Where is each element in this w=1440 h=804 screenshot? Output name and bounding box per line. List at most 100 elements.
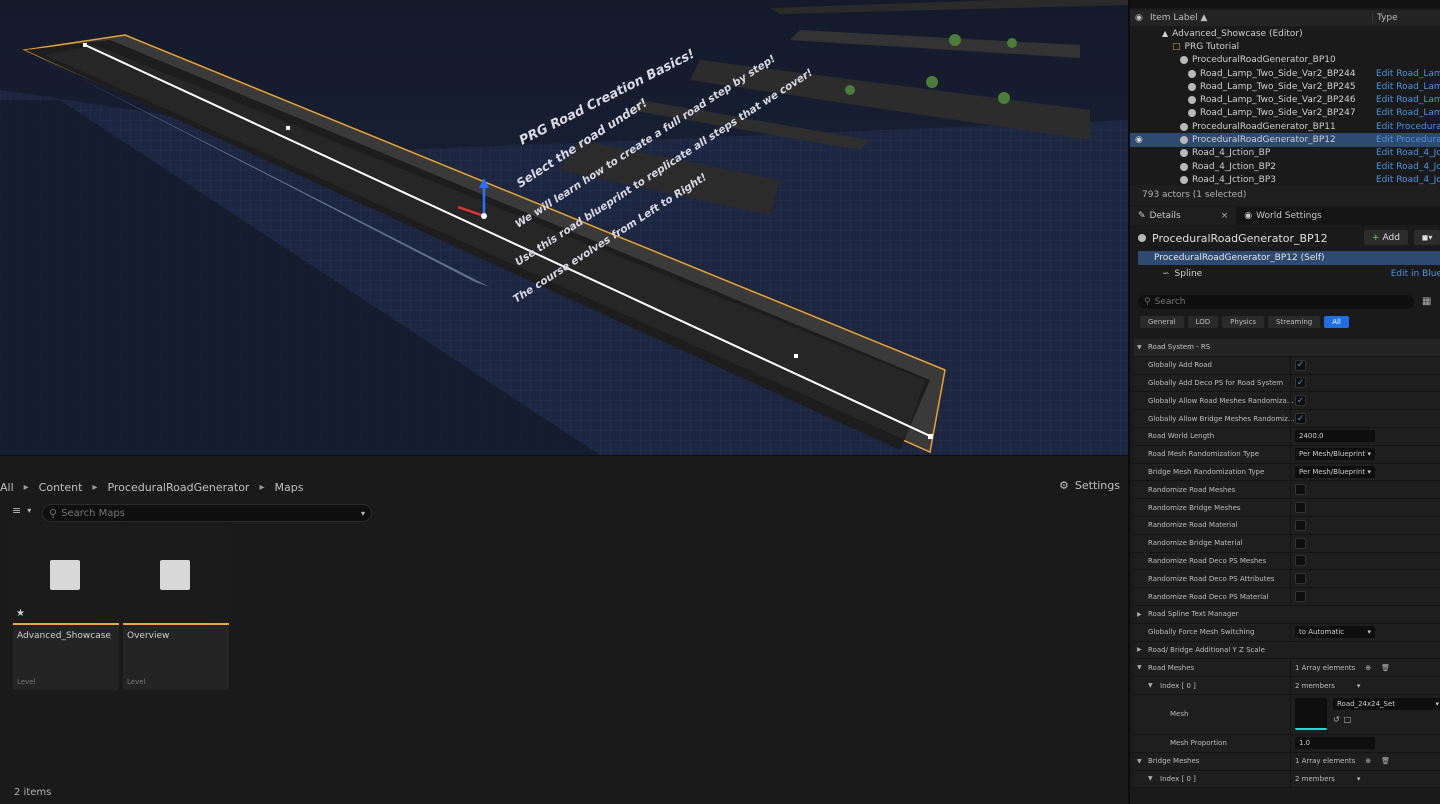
checkbox-unchecked[interactable] <box>1295 591 1306 603</box>
checkbox-unchecked[interactable] <box>1295 555 1306 567</box>
settings-button[interactable]: ⚙ Settings <box>1059 479 1120 492</box>
add-element-icon[interactable]: ⊕ <box>1365 757 1371 765</box>
list-item-selected[interactable]: ◉ ProceduralRoadGenerator_BP12 Edit Proc… <box>1130 133 1440 147</box>
tab-details[interactable]: ✎ Details × <box>1130 207 1237 225</box>
breadcrumb-content[interactable]: Content <box>39 481 83 494</box>
edit-blueprint-link[interactable]: Edit ProceduralR <box>1376 135 1440 145</box>
edit-blueprint-link[interactable]: Edit Road_4_Jctio <box>1376 148 1440 158</box>
breadcrumb-maps[interactable]: Maps <box>275 481 304 494</box>
breadcrumb-procroad[interactable]: ProceduralRoadGenerator <box>107 481 249 494</box>
filter-all[interactable]: All <box>1324 316 1349 328</box>
filter-general[interactable]: General <box>1140 316 1184 328</box>
list-item[interactable]: Road_4_Jction_BP2 Edit Road_4_Jctio <box>1130 160 1440 173</box>
chevron-right-icon: ▸ <box>259 481 265 493</box>
list-item[interactable]: ProceduralRoadGenerator_BP10 <box>1130 54 1440 67</box>
prop-spline-text-manager[interactable]: ▶ Road Spline Text Manager <box>1134 605 1440 624</box>
mesh-thumbnail[interactable] <box>1295 698 1327 731</box>
search-maps-box[interactable]: ⚲ ▾ <box>42 504 372 522</box>
chevron-down-icon: ▾ <box>1435 699 1439 708</box>
tab-world-settings[interactable]: ◉ World Settings <box>1236 207 1329 225</box>
filter-button[interactable]: ≡ ▾ <box>12 504 31 517</box>
details-search-input[interactable] <box>1154 297 1414 307</box>
edit-blueprint-link[interactable]: Edit Road_Lamp_ <box>1376 82 1440 92</box>
outliner-search[interactable] <box>1130 0 1440 8</box>
list-item[interactable]: ProceduralRoadGenerator_BP11 Edit Proced… <box>1130 120 1440 133</box>
list-item[interactable]: Road_4_Jction_BP Edit Road_4_Jctio <box>1130 147 1440 160</box>
category-road-system[interactable]: ▼ Road System - RS <box>1134 339 1440 357</box>
mesh-switching-dropdown[interactable]: to Automatic ▾ <box>1295 626 1375 639</box>
checkbox-checked[interactable]: ✓ <box>1295 359 1306 371</box>
prop-bridge-meshes[interactable]: ▼ Bridge Meshes 1 Array elements ⊕ 🗑 <box>1134 752 1440 771</box>
filter-lod[interactable]: LOD <box>1187 316 1219 328</box>
mesh-proportion-field[interactable]: 1.0 <box>1295 737 1375 750</box>
edit-blueprint-link[interactable]: Edit Road_Lamp_ <box>1376 95 1440 105</box>
eye-icon[interactable]: ◉ <box>1135 135 1143 145</box>
prop-road-meshes[interactable]: ▼ Road Meshes 1 Array elements ⊕ 🗑 <box>1134 659 1440 678</box>
spline-icon: ∽ <box>1162 269 1170 279</box>
prop-mesh: Mesh Road_24x24_Set ▾ ↺□ <box>1134 694 1440 735</box>
list-item[interactable]: Road_Lamp_Two_Side_Var2_BP244 Edit Road_… <box>1130 67 1440 80</box>
list-item[interactable]: □ PRG Tutorial <box>1130 40 1440 53</box>
prop-road-mesh-index[interactable]: ▼ Index [ 0 ] 2 members ▾ <box>1134 677 1440 695</box>
star-icon[interactable]: ★ <box>16 608 25 619</box>
checkbox-unchecked[interactable] <box>1295 573 1306 585</box>
prop-yz-scale[interactable]: ▶ Road/ Bridge Additional Y Z Scale <box>1134 641 1440 660</box>
chevron-down-icon: ▾ <box>1367 628 1371 637</box>
grid-icon[interactable]: ▦ <box>1422 296 1431 307</box>
trash-icon[interactable]: 🗑 <box>1381 664 1390 672</box>
chevron-down-icon[interactable]: ▾ <box>1357 775 1361 783</box>
prop-force-mesh-switching: Globally Force Mesh Switching to Automat… <box>1134 623 1440 642</box>
blueprint-options-button[interactable]: ◼▾ <box>1414 230 1440 245</box>
checkbox-checked[interactable]: ✓ <box>1295 377 1306 389</box>
level-viewport[interactable]: PRG Road Creation Basics! Select the roa… <box>0 0 1128 455</box>
mesh-asset-dropdown[interactable]: Road_24x24_Set ▾ <box>1333 697 1440 710</box>
filter-streaming[interactable]: Streaming <box>1268 316 1321 328</box>
column-type[interactable]: Type <box>1372 13 1440 23</box>
prop-bridge-mesh-index[interactable]: ▼ Index [ 0 ] 2 members ▾ <box>1134 770 1440 789</box>
component-spline[interactable]: ∽ Spline Edit in Blue <box>1138 267 1440 281</box>
item-count: 2 items <box>14 787 52 798</box>
property-list: ▼ Road System - RS Globally Add Road ✓ G… <box>1134 339 1440 789</box>
close-icon[interactable]: × <box>1221 211 1229 221</box>
trash-icon[interactable]: 🗑 <box>1381 757 1390 765</box>
list-item[interactable]: Road_Lamp_Two_Side_Var2_BP247 Edit Road_… <box>1130 107 1440 120</box>
edit-in-blueprint-link[interactable]: Edit in Blue <box>1391 269 1440 279</box>
checkbox-checked[interactable]: ✓ <box>1295 395 1306 407</box>
edit-blueprint-link[interactable]: Edit ProceduralR <box>1376 122 1440 132</box>
list-item[interactable]: Road_Lamp_Two_Side_Var2_BP246 Edit Road_… <box>1130 93 1440 106</box>
content-browser: All ▸ Content ▸ ProceduralRoadGenerator … <box>0 455 1128 804</box>
prop-randomize-deco-meshes: Randomize Road Deco PS Meshes <box>1134 552 1440 571</box>
checkbox-unchecked[interactable] <box>1295 484 1306 496</box>
add-element-icon[interactable]: ⊕ <box>1365 664 1371 672</box>
search-maps-input[interactable] <box>61 507 361 519</box>
checkbox-unchecked[interactable] <box>1295 519 1306 531</box>
edit-blueprint-link[interactable]: Edit Road_Lamp_ <box>1376 108 1440 118</box>
edit-blueprint-link[interactable]: Edit Road_4_Jctio <box>1376 175 1440 185</box>
right-panel: ◉ Item Label ▲ Type ▲ Advanced_Showcase (… <box>1128 0 1440 804</box>
edit-blueprint-link[interactable]: Edit Road_4_Jctio <box>1376 162 1440 172</box>
browse-asset-icon[interactable]: ↺□ <box>1333 715 1355 724</box>
eye-icon[interactable]: ◉ <box>1135 13 1143 23</box>
filter-physics[interactable]: Physics <box>1222 316 1265 328</box>
edit-blueprint-link[interactable]: Edit Road_Lamp_ <box>1376 69 1440 79</box>
add-component-button[interactable]: + Add <box>1364 230 1408 245</box>
road-random-type-dropdown[interactable]: Per Mesh/Blueprint ▾ <box>1295 448 1375 461</box>
asset-tile-advanced-showcase[interactable]: ★ Advanced_Showcase Level <box>13 524 119 690</box>
prop-randomize-deco-material: Randomize Road Deco PS Material <box>1134 588 1440 606</box>
bridge-random-type-dropdown[interactable]: Per Mesh/Blueprint ▾ <box>1295 465 1375 478</box>
list-item[interactable]: Road_Lamp_Two_Side_Var2_BP245 Edit Road_… <box>1130 80 1440 93</box>
checkbox-unchecked[interactable] <box>1295 502 1306 514</box>
checkbox-unchecked[interactable] <box>1295 537 1306 549</box>
asset-tile-overview[interactable]: Overview Level <box>123 524 229 690</box>
list-item[interactable]: ▲ Advanced_Showcase (Editor) <box>1130 27 1440 40</box>
checkbox-checked[interactable]: ✓ <box>1295 413 1306 425</box>
details-search-box[interactable]: ⚲ <box>1138 295 1414 309</box>
chevron-down-icon[interactable]: ▾ <box>1357 682 1361 690</box>
component-self[interactable]: ProceduralRoadGenerator_BP12 (Self) <box>1138 251 1440 265</box>
road-length-field[interactable]: 2400.0 <box>1295 430 1375 443</box>
prop-road-mesh-random-type: Road Mesh Randomization Type Per Mesh/Bl… <box>1134 445 1440 464</box>
actor-icon <box>1188 82 1196 91</box>
editor-window: PRG Road Creation Basics! Select the roa… <box>0 0 1440 804</box>
breadcrumb-all[interactable]: All <box>0 481 14 494</box>
column-item-label[interactable]: Item Label ▲ <box>1150 13 1372 23</box>
